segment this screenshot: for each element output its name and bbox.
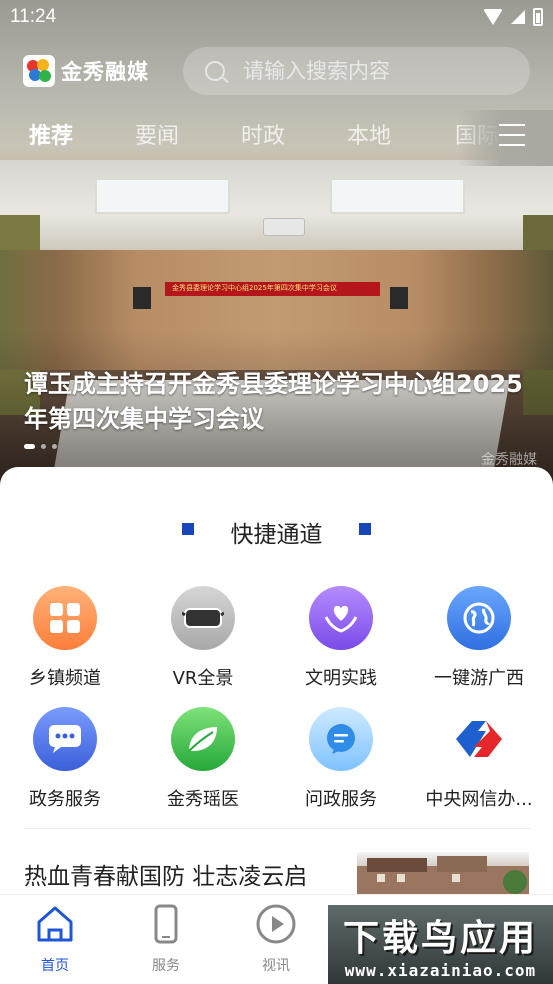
nav-label: 首页 [41, 958, 69, 974]
carousel-indicator [24, 444, 57, 449]
meeting-banner-text: 金秀县委理论学习中心组2025年第四次集中学习会议 [172, 284, 337, 292]
tab-recommend[interactable]: 推荐 [29, 118, 73, 150]
nav-home[interactable]: 首页 [10, 903, 100, 975]
heart-hands-icon [309, 586, 373, 650]
quick-item-civilization[interactable]: 文明实践 [272, 586, 410, 690]
cac-logo-icon [447, 707, 511, 771]
search-input[interactable] [243, 59, 493, 83]
news-item-thumbnail[interactable] [357, 852, 529, 896]
ceiling-light [330, 178, 465, 214]
quick-item-yao-medicine[interactable]: 金秀瑶医 [134, 707, 272, 811]
carousel-dot [52, 444, 57, 449]
signal-icon [511, 10, 525, 24]
quick-item-label: VR全景 [172, 668, 234, 689]
battery-icon [533, 8, 543, 26]
ceiling-light [95, 178, 230, 214]
vr-headset-icon [171, 586, 235, 650]
carousel-dot [41, 444, 46, 449]
nav-label: 视讯 [262, 958, 290, 974]
nav-service[interactable]: 服务 [121, 903, 211, 975]
site-watermark: 下载鸟应用 www.xiazainiao.com [328, 905, 553, 984]
message-icon [309, 707, 373, 771]
hero-headline[interactable]: 谭玉成主持召开金秀县委理论学习中心组2025年第四次集中学习会议 [24, 367, 524, 437]
search-bar[interactable] [183, 47, 530, 95]
speaker [133, 287, 151, 309]
chat-bubble-icon [33, 707, 97, 771]
quick-item-label: 文明实践 [305, 668, 377, 689]
quick-item-label: 一键游广西 [434, 668, 524, 689]
speaker [390, 287, 408, 309]
grid-apps-icon [33, 586, 97, 650]
quick-item-gov-service[interactable]: 政务服务 [0, 707, 134, 811]
quick-item-cac[interactable]: 中央网信办... [410, 707, 548, 811]
leaf-icon [171, 707, 235, 771]
news-item-title[interactable]: 热血青春献国防 壮志凌云启 [24, 857, 307, 891]
menu-icon[interactable] [499, 124, 525, 146]
section-marker [359, 523, 371, 535]
phone-icon [154, 904, 178, 944]
tab-politics[interactable]: 时政 [241, 118, 285, 150]
quick-item-vr[interactable]: VR全景 [134, 586, 272, 690]
quick-item-township[interactable]: 乡镇频道 [0, 586, 134, 690]
divider [24, 828, 530, 829]
logo-icon [23, 55, 55, 87]
watermark-url: www.xiazainiao.com [344, 961, 537, 980]
quick-item-inquiry[interactable]: 问政服务 [272, 707, 410, 811]
globe-icon [447, 586, 511, 650]
projector [263, 218, 305, 236]
app-logo[interactable]: 金秀融媒 [23, 55, 149, 87]
quick-item-label: 金秀瑶医 [167, 789, 239, 810]
section-title: 快捷通道 [230, 522, 323, 548]
quick-item-guangxi-tour[interactable]: 一键游广西 [410, 586, 548, 690]
hero-ceiling [0, 160, 553, 250]
quick-item-label: 中央网信办... [425, 789, 533, 810]
nav-video[interactable]: 视讯 [231, 903, 321, 975]
nav-label: 服务 [152, 958, 180, 974]
tab-local[interactable]: 本地 [347, 118, 391, 150]
carousel-dot [24, 444, 35, 449]
hero-watermark: 金秀融媒 [481, 452, 537, 468]
home-icon [37, 906, 73, 942]
tab-news[interactable]: 要闻 [135, 118, 179, 150]
status-time: 11:24 [10, 6, 57, 27]
wifi-icon [483, 9, 503, 25]
play-icon [256, 904, 296, 944]
quick-item-label: 政务服务 [29, 789, 101, 810]
search-icon [205, 61, 225, 81]
quick-item-label: 问政服务 [305, 789, 377, 810]
quick-item-label: 乡镇频道 [29, 668, 101, 689]
watermark-title: 下载鸟应用 [342, 918, 538, 959]
status-bar: 11:24 [0, 0, 553, 38]
logo-text: 金秀融媒 [61, 60, 149, 84]
